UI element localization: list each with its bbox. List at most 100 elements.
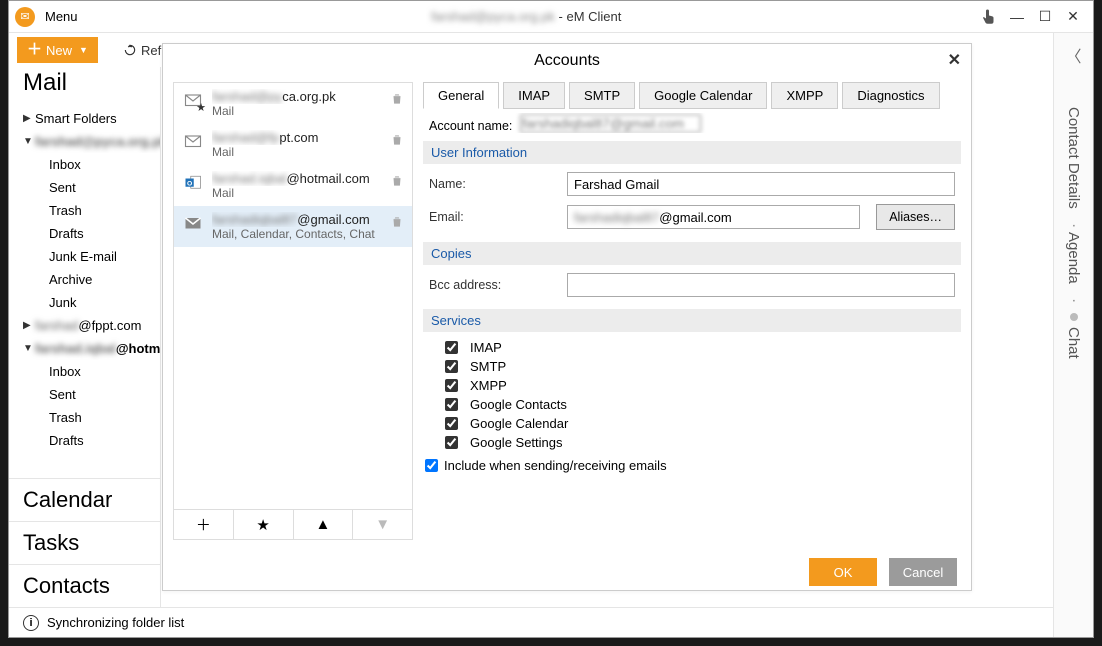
sidebar-mail-header: Mail xyxy=(9,67,160,107)
sidebar-account-3[interactable]: ▼farshad.iqbal@hotmai xyxy=(9,337,160,360)
add-account-button[interactable]: ＋ xyxy=(174,510,234,539)
dialog-close-button[interactable]: ✕ xyxy=(948,50,961,70)
account-item[interactable]: ★farshad@pyca.org.pkMail xyxy=(174,83,412,124)
account-item[interactable]: farshad@fppt.comMail xyxy=(174,124,412,165)
tab-chat[interactable]: Chat xyxy=(1065,327,1082,359)
service-checkbox[interactable] xyxy=(445,379,458,392)
include-checkbox[interactable] xyxy=(425,459,438,472)
aliases-button[interactable]: Aliases… xyxy=(876,204,955,230)
status-text: Synchronizing folder list xyxy=(47,615,184,630)
window-title: farshad@pyca.org.pk - eM Client xyxy=(78,9,975,24)
email-input[interactable]: farshadiqbal87@gmail.com xyxy=(567,205,860,229)
bcc-input[interactable] xyxy=(567,273,955,297)
collapse-right-panel-icon[interactable]: 〈 xyxy=(1065,43,1081,67)
app-logo-icon: ✉ xyxy=(15,7,35,27)
sidebar-account-2[interactable]: ▶farshad@fppt.com xyxy=(9,314,160,337)
name-label: Name: xyxy=(429,177,559,191)
service-label: IMAP xyxy=(470,340,502,355)
move-down-button[interactable]: ▼ xyxy=(353,510,412,539)
sidebar-inbox-3[interactable]: Inbox xyxy=(9,360,160,383)
service-google-contacts: Google Contacts xyxy=(445,395,961,414)
delete-account-icon[interactable] xyxy=(390,174,404,188)
tab-agenda[interactable]: Agenda xyxy=(1065,232,1082,284)
separator-dot: · xyxy=(1065,298,1083,303)
move-up-button[interactable]: ▲ xyxy=(294,510,354,539)
outlook-icon: O xyxy=(182,174,204,192)
close-button[interactable]: ✕ xyxy=(1059,3,1087,31)
maximize-button[interactable]: ☐ xyxy=(1031,3,1059,31)
info-icon: i xyxy=(23,615,39,631)
delete-account-icon[interactable] xyxy=(390,92,404,106)
sidebar-archive[interactable]: Archive xyxy=(9,268,160,291)
svg-text:O: O xyxy=(187,180,192,187)
section-user-information: User Information xyxy=(423,141,961,164)
service-google-settings: Google Settings xyxy=(445,433,961,452)
ok-button[interactable]: OK xyxy=(809,558,877,586)
service-label: Google Settings xyxy=(470,435,563,450)
cancel-button[interactable]: Cancel xyxy=(889,558,957,586)
accounts-toolbar: ＋ ★ ▲ ▼ xyxy=(173,510,413,540)
sidebar-trash[interactable]: Trash xyxy=(9,199,160,222)
accounts-list-panel: ★farshad@pyca.org.pkMailfarshad@fppt.com… xyxy=(173,82,413,540)
sidebar-section-tasks[interactable]: Tasks xyxy=(9,521,160,564)
chevron-down-icon: ▼ xyxy=(79,45,88,55)
sidebar-drafts-3[interactable]: Drafts xyxy=(9,429,160,452)
section-services: Services xyxy=(423,309,961,332)
tab-smtp[interactable]: SMTP xyxy=(569,82,635,109)
tab-diagnostics[interactable]: Diagnostics xyxy=(842,82,939,109)
service-label: XMPP xyxy=(470,378,507,393)
default-account-button[interactable]: ★ xyxy=(234,510,294,539)
tab-contact-details[interactable]: Contact Details xyxy=(1065,107,1082,209)
service-smtp: SMTP xyxy=(445,357,961,376)
account-item[interactable]: Ofarshad.iqbal@hotmail.comMail xyxy=(174,165,412,206)
service-checkbox[interactable] xyxy=(445,417,458,430)
delete-account-icon[interactable] xyxy=(390,133,404,147)
dialog-title: Accounts ✕ xyxy=(163,44,971,82)
dialog-buttons: OK Cancel xyxy=(163,550,971,586)
service-imap: IMAP xyxy=(445,338,961,357)
accounts-list: ★farshad@pyca.org.pkMailfarshad@fppt.com… xyxy=(173,82,413,510)
account-name-input[interactable] xyxy=(520,114,701,133)
service-google-calendar: Google Calendar xyxy=(445,414,961,433)
service-checkbox[interactable] xyxy=(445,436,458,449)
accounts-dialog: Accounts ✕ ★farshad@pyca.org.pkMailfarsh… xyxy=(162,43,972,591)
sidebar-sections: Calendar Tasks Contacts xyxy=(9,478,160,607)
tab-general[interactable]: General xyxy=(423,82,499,109)
delete-account-icon[interactable] xyxy=(390,215,404,229)
minimize-button[interactable]: — xyxy=(1003,3,1031,31)
bcc-label: Bcc address: xyxy=(429,278,559,292)
tab-imap[interactable]: IMAP xyxy=(503,82,565,109)
touch-mode-icon[interactable] xyxy=(975,3,1003,31)
service-checkbox[interactable] xyxy=(445,341,458,354)
new-button[interactable]: ＋ New ▼ xyxy=(17,37,98,63)
separator-dot: · xyxy=(1065,223,1083,228)
sidebar-smart-folders[interactable]: ▶Smart Folders xyxy=(9,107,160,130)
include-label: Include when sending/receiving emails xyxy=(444,458,667,473)
gmail-icon xyxy=(182,215,204,233)
account-name-row-partial: Account name: xyxy=(423,113,961,133)
name-input[interactable] xyxy=(567,172,955,196)
section-copies: Copies xyxy=(423,242,961,265)
sidebar-section-contacts[interactable]: Contacts xyxy=(9,564,160,607)
tab-xmpp[interactable]: XMPP xyxy=(771,82,838,109)
sidebar-trash-3[interactable]: Trash xyxy=(9,406,160,429)
sidebar-account-1[interactable]: ▼farshad@pyca.org.pk xyxy=(9,130,160,153)
sidebar-drafts[interactable]: Drafts xyxy=(9,222,160,245)
sidebar-section-calendar[interactable]: Calendar xyxy=(9,479,160,521)
chat-status-icon xyxy=(1070,313,1078,321)
refresh-icon xyxy=(123,43,137,57)
tab-google-calendar[interactable]: Google Calendar xyxy=(639,82,767,109)
sidebar-junk-email[interactable]: Junk E-mail xyxy=(9,245,160,268)
service-checkbox[interactable] xyxy=(445,360,458,373)
settings-body: Account name: User Information Name: Ema… xyxy=(423,108,961,540)
settings-tabs: GeneralIMAPSMTPGoogle CalendarXMPPDiagno… xyxy=(423,82,961,109)
sidebar-junk[interactable]: Junk xyxy=(9,291,160,314)
sidebar-sent[interactable]: Sent xyxy=(9,176,160,199)
mail-star-icon: ★ xyxy=(182,92,204,110)
right-panel: 〈 Contact Details · Agenda · Chat xyxy=(1053,33,1093,637)
service-checkbox[interactable] xyxy=(445,398,458,411)
sidebar-inbox[interactable]: Inbox xyxy=(9,153,160,176)
account-item[interactable]: farshadiqbal87@gmail.comMail, Calendar, … xyxy=(174,206,412,247)
menu-button[interactable]: Menu xyxy=(45,9,78,24)
sidebar-sent-3[interactable]: Sent xyxy=(9,383,160,406)
